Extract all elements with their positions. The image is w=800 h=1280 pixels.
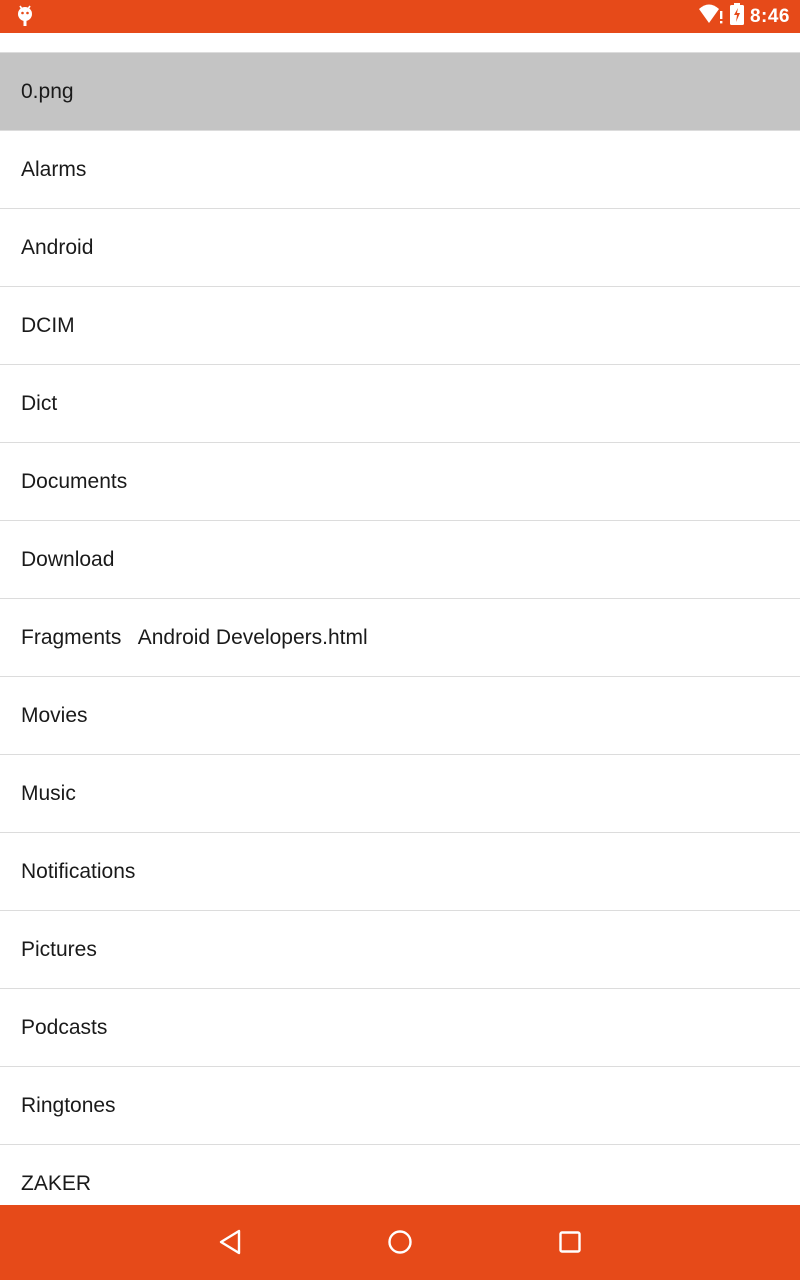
status-icons: 8:46 [698, 0, 790, 33]
list-item[interactable]: ZAKER [0, 1145, 800, 1206]
list-item-label: Notifications [21, 859, 136, 883]
recents-square-icon [557, 1229, 583, 1260]
list-item-label: ZAKER [21, 1171, 92, 1195]
battery-charging-icon [729, 3, 744, 30]
back-button[interactable] [210, 1224, 250, 1264]
status-bar: 8:46 [0, 0, 800, 33]
list-item[interactable]: Documents [0, 443, 800, 521]
list-item-label: Download [21, 547, 115, 571]
wifi-alert-icon [698, 3, 724, 30]
list-item[interactable]: Notifications [0, 833, 800, 911]
list-item[interactable]: 0.png [0, 53, 800, 131]
list-item-label: Ringtones [21, 1093, 116, 1117]
list-item[interactable]: DCIM [0, 287, 800, 365]
list-item-label: Movies [21, 703, 88, 727]
home-circle-icon [386, 1228, 414, 1261]
list-item[interactable]: Ringtones [0, 1067, 800, 1145]
recents-button[interactable] [550, 1224, 590, 1264]
status-time: 8:46 [749, 5, 790, 27]
list-item-label: Alarms [21, 157, 87, 181]
home-button[interactable] [380, 1224, 420, 1264]
list-item-label: DCIM [21, 313, 75, 337]
list-item-label: Podcasts [21, 1015, 108, 1039]
list-item-label: Fragments Android Developers.html [21, 625, 368, 649]
list-item-label: Android [21, 235, 94, 259]
list-item[interactable]: Dict [0, 365, 800, 443]
list-item[interactable]: Pictures [0, 911, 800, 989]
list-item[interactable]: Movies [0, 677, 800, 755]
list-item-label: Pictures [21, 937, 97, 961]
list-item[interactable]: Alarms [0, 131, 800, 209]
list-item[interactable]: Download [0, 521, 800, 599]
file-list[interactable]: 0.png Alarms Android DCIM Dict Documents Downl… [0, 52, 800, 1206]
list-item[interactable]: Fragments Android Developers.html [0, 599, 800, 677]
list-item-label: Music [21, 781, 76, 805]
navigation-bar [0, 1205, 800, 1280]
screen: 8:46 0.png Alarms Android DCIM Dict Documents… [0, 0, 800, 1280]
list-item-label: 0.png [21, 79, 74, 103]
list-item[interactable]: Android [0, 209, 800, 287]
list-item-label: Documents [21, 469, 128, 493]
list-item[interactable]: Podcasts [0, 989, 800, 1067]
list-item-label: Dict [21, 391, 58, 415]
android-debug-icon [14, 4, 36, 28]
back-triangle-icon [217, 1228, 243, 1261]
list-item[interactable]: Music [0, 755, 800, 833]
